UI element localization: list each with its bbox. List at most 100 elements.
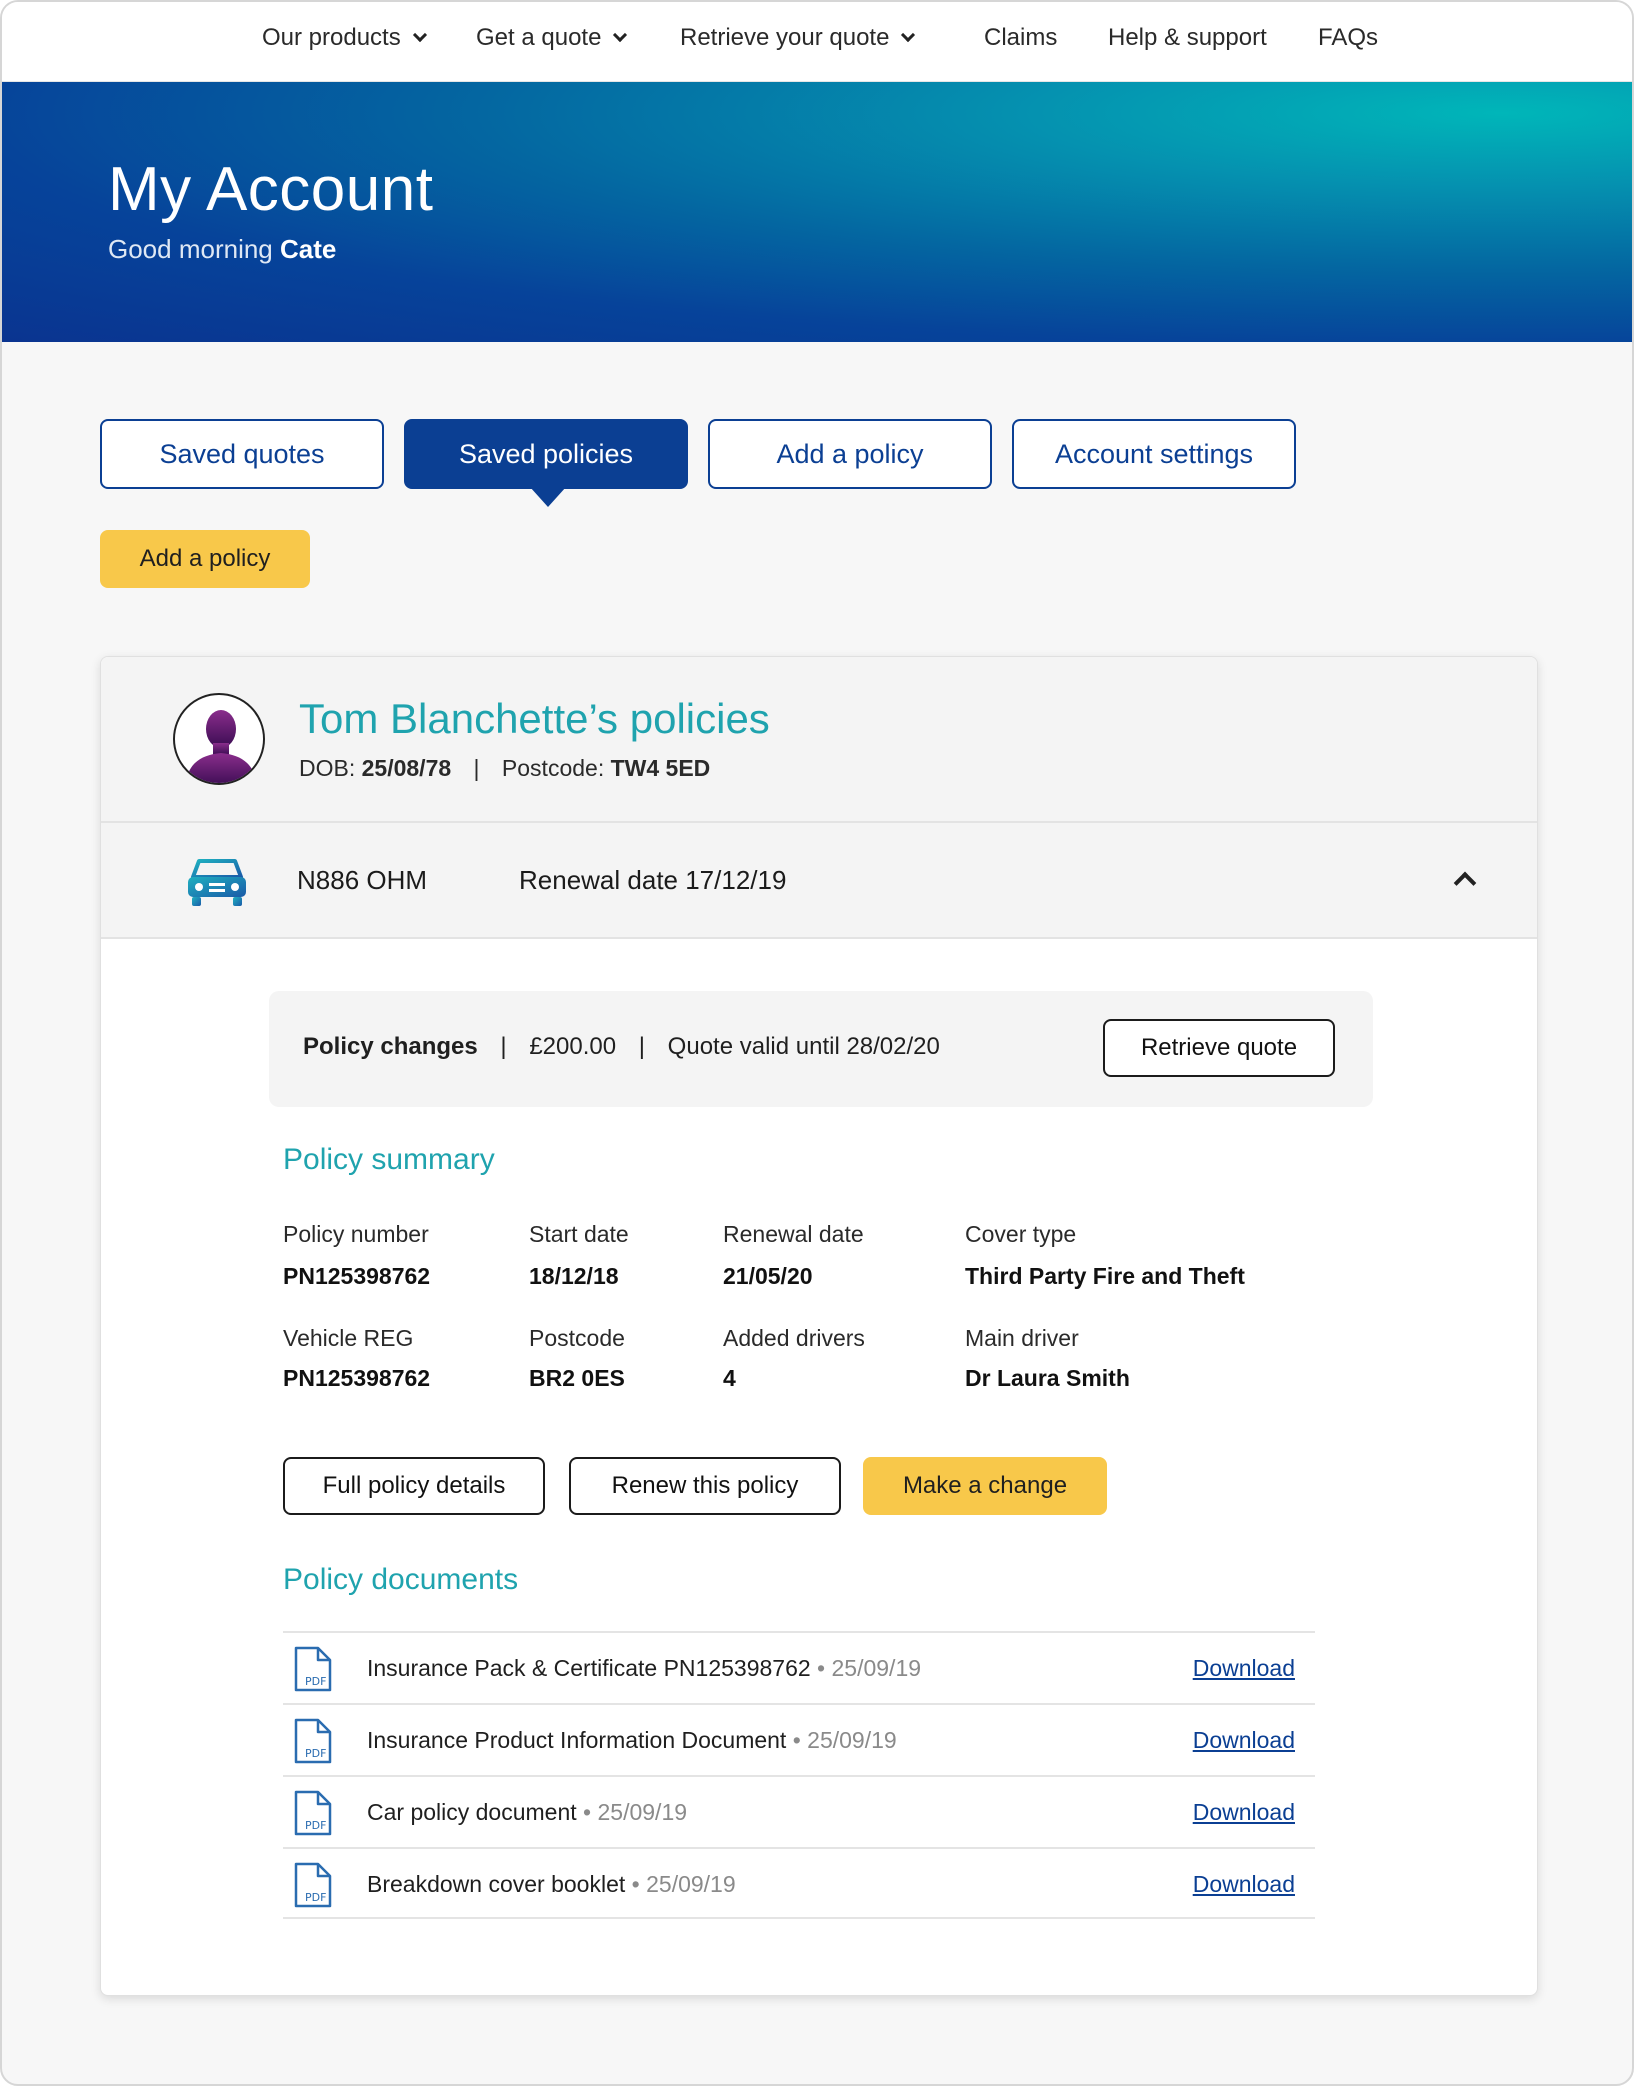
document-name: Insurance Product Information Document •…: [367, 1727, 897, 1754]
tab-saved-policies[interactable]: Saved policies: [404, 419, 688, 489]
download-link[interactable]: Download: [1193, 1871, 1295, 1898]
top-navigation: Our products Get a quote Retrieve your q…: [2, 2, 1632, 82]
renewal-date-label: Renewal date: [723, 1221, 864, 1247]
policy-summary-title: Policy summary: [283, 1143, 495, 1176]
car-icon: [188, 859, 246, 906]
added-drivers-label: Added drivers: [723, 1325, 865, 1351]
dob-label: DOB:: [299, 755, 356, 781]
nav-label: Retrieve your quote: [680, 24, 890, 51]
avatar: [173, 693, 265, 785]
vehicle-row[interactable]: N886 OHM Renewal date 17/12/19: [101, 823, 1537, 939]
vehicle-reg-label: Vehicle REG: [283, 1325, 414, 1351]
quote-amount: £200.00: [529, 1033, 617, 1060]
tab-account-settings[interactable]: Account settings: [1012, 419, 1296, 489]
tab-label: Account settings: [1054, 438, 1254, 469]
postcode-field-label: Postcode: [529, 1325, 625, 1351]
tab-label: Saved policies: [458, 438, 634, 469]
hero-banner: My Account Good morning Cate: [2, 82, 1632, 342]
retrieve-quote-button[interactable]: Retrieve quote: [1103, 1019, 1335, 1077]
nav-label: Claims: [984, 24, 1058, 51]
list-item: PDF Insurance Pack & Certificate PN12539…: [283, 1631, 1315, 1703]
pdf-file-icon: PDF: [294, 1646, 332, 1692]
person-silhouette-icon: [185, 710, 257, 783]
postcode-label: Postcode:: [501, 755, 605, 781]
pdf-file-icon: PDF: [294, 1718, 332, 1764]
vehicle-reg-value: PN125398762: [283, 1365, 431, 1391]
dob-value: 25/08/78: [361, 755, 452, 781]
svg-text:PDF: PDF: [305, 1747, 326, 1760]
document-date-value: 25/09/19: [831, 1655, 922, 1681]
download-link[interactable]: Download: [1193, 1727, 1295, 1754]
document-name: Insurance Pack & Certificate PN125398762…: [367, 1655, 921, 1682]
chevron-up-icon[interactable]: [1453, 871, 1477, 895]
renew-policy-button[interactable]: Renew this policy: [569, 1457, 841, 1515]
pdf-file-icon: PDF: [294, 1862, 332, 1908]
page-frame: Our products Get a quote Retrieve your q…: [0, 0, 1634, 2086]
make-a-change-button[interactable]: Make a change: [863, 1457, 1107, 1515]
document-date: • 25/09/19: [792, 1727, 897, 1753]
policy-holder-header: Tom Blanchette’s policies DOB: 25/08/78 …: [101, 657, 1537, 823]
tab-saved-quotes[interactable]: Saved quotes: [100, 419, 384, 489]
list-item: PDF Breakdown cover booklet • 25/09/19 D…: [283, 1847, 1315, 1919]
tab-add-a-policy[interactable]: Add a policy: [708, 419, 992, 489]
nav-faqs[interactable]: FAQs: [1318, 24, 1378, 52]
policy-number-label: Policy number: [283, 1221, 429, 1247]
document-name: Car policy document • 25/09/19: [367, 1799, 687, 1826]
nav-our-products[interactable]: Our products: [262, 24, 427, 52]
nav-retrieve-your-quote[interactable]: Retrieve your quote: [680, 24, 916, 52]
policy-number-value: PN125398762: [283, 1263, 431, 1289]
policy-documents-title: Policy documents: [283, 1563, 519, 1596]
pdf-file-icon: PDF: [294, 1790, 332, 1836]
nav-label: Get a quote: [476, 24, 602, 51]
document-date-value: 25/09/19: [597, 1799, 688, 1825]
renewal-date-value: 21/05/20: [723, 1263, 813, 1289]
policies-card: Tom Blanchette’s policies DOB: 25/08/78 …: [100, 656, 1538, 1996]
list-item: PDF Car policy document • 25/09/19 Downl…: [283, 1775, 1315, 1847]
chevron-down-icon: [613, 27, 628, 43]
add-policy-button[interactable]: Add a policy: [100, 530, 310, 588]
full-policy-details-button[interactable]: Full policy details: [283, 1457, 545, 1515]
policy-holder-details: DOB: 25/08/78 | Postcode: TW4 5ED: [299, 755, 710, 782]
document-title: Insurance Pack & Certificate PN125398762: [367, 1655, 811, 1681]
renew-policy-label: Renew this policy: [611, 1472, 799, 1499]
page-title: My Account: [108, 155, 434, 224]
document-date: • 25/09/19: [817, 1655, 922, 1681]
nav-get-a-quote[interactable]: Get a quote: [476, 24, 628, 52]
document-date-value: 25/09/19: [807, 1727, 897, 1753]
document-date: • 25/09/19: [631, 1871, 736, 1897]
chevron-down-icon: [412, 27, 427, 43]
svg-text:PDF: PDF: [305, 1819, 326, 1832]
greeting-text: Good morning: [108, 234, 273, 264]
nav-label: Help & support: [1108, 24, 1267, 51]
divider: |: [638, 1033, 645, 1060]
cover-type-value: Third Party Fire and Theft: [965, 1263, 1245, 1289]
make-a-change-label: Make a change: [902, 1472, 1068, 1499]
policy-holder-name: Tom Blanchette’s policies: [299, 695, 770, 742]
document-title: Insurance Product Information Document: [367, 1727, 787, 1753]
quote-label: Policy changes: [303, 1033, 478, 1060]
quote-info: Policy changes | £200.00 | Quote valid u…: [303, 1033, 940, 1061]
chevron-down-icon: [901, 27, 916, 43]
active-tab-pointer: [530, 487, 566, 507]
download-link[interactable]: Download: [1193, 1799, 1295, 1826]
postcode-field-value: BR2 0ES: [529, 1365, 625, 1391]
main-driver-label: Main driver: [965, 1325, 1079, 1351]
policy-changes-quote: Policy changes | £200.00 | Quote valid u…: [269, 991, 1373, 1107]
main-driver-value: Dr Laura Smith: [965, 1365, 1130, 1391]
document-name: Breakdown cover booklet • 25/09/19: [367, 1871, 736, 1898]
svg-text:PDF: PDF: [305, 1891, 326, 1904]
divider: |: [500, 1033, 507, 1060]
list-item: PDF Insurance Product Information Docume…: [283, 1703, 1315, 1775]
document-date: • 25/09/19: [583, 1799, 688, 1825]
document-date-value: 25/09/19: [646, 1871, 736, 1897]
full-policy-details-label: Full policy details: [322, 1472, 506, 1499]
vehicle-reg: N886 OHM: [297, 865, 428, 895]
quote-valid-until: Quote valid until 28/02/20: [667, 1033, 940, 1060]
postcode-value: TW4 5ED: [610, 755, 711, 781]
download-link[interactable]: Download: [1193, 1655, 1295, 1682]
cover-type-label: Cover type: [965, 1221, 1077, 1247]
nav-claims[interactable]: Claims: [984, 24, 1057, 52]
nav-help-support[interactable]: Help & support: [1108, 24, 1267, 52]
document-title: Car policy document: [367, 1799, 577, 1825]
nav-label: FAQs: [1318, 24, 1379, 51]
